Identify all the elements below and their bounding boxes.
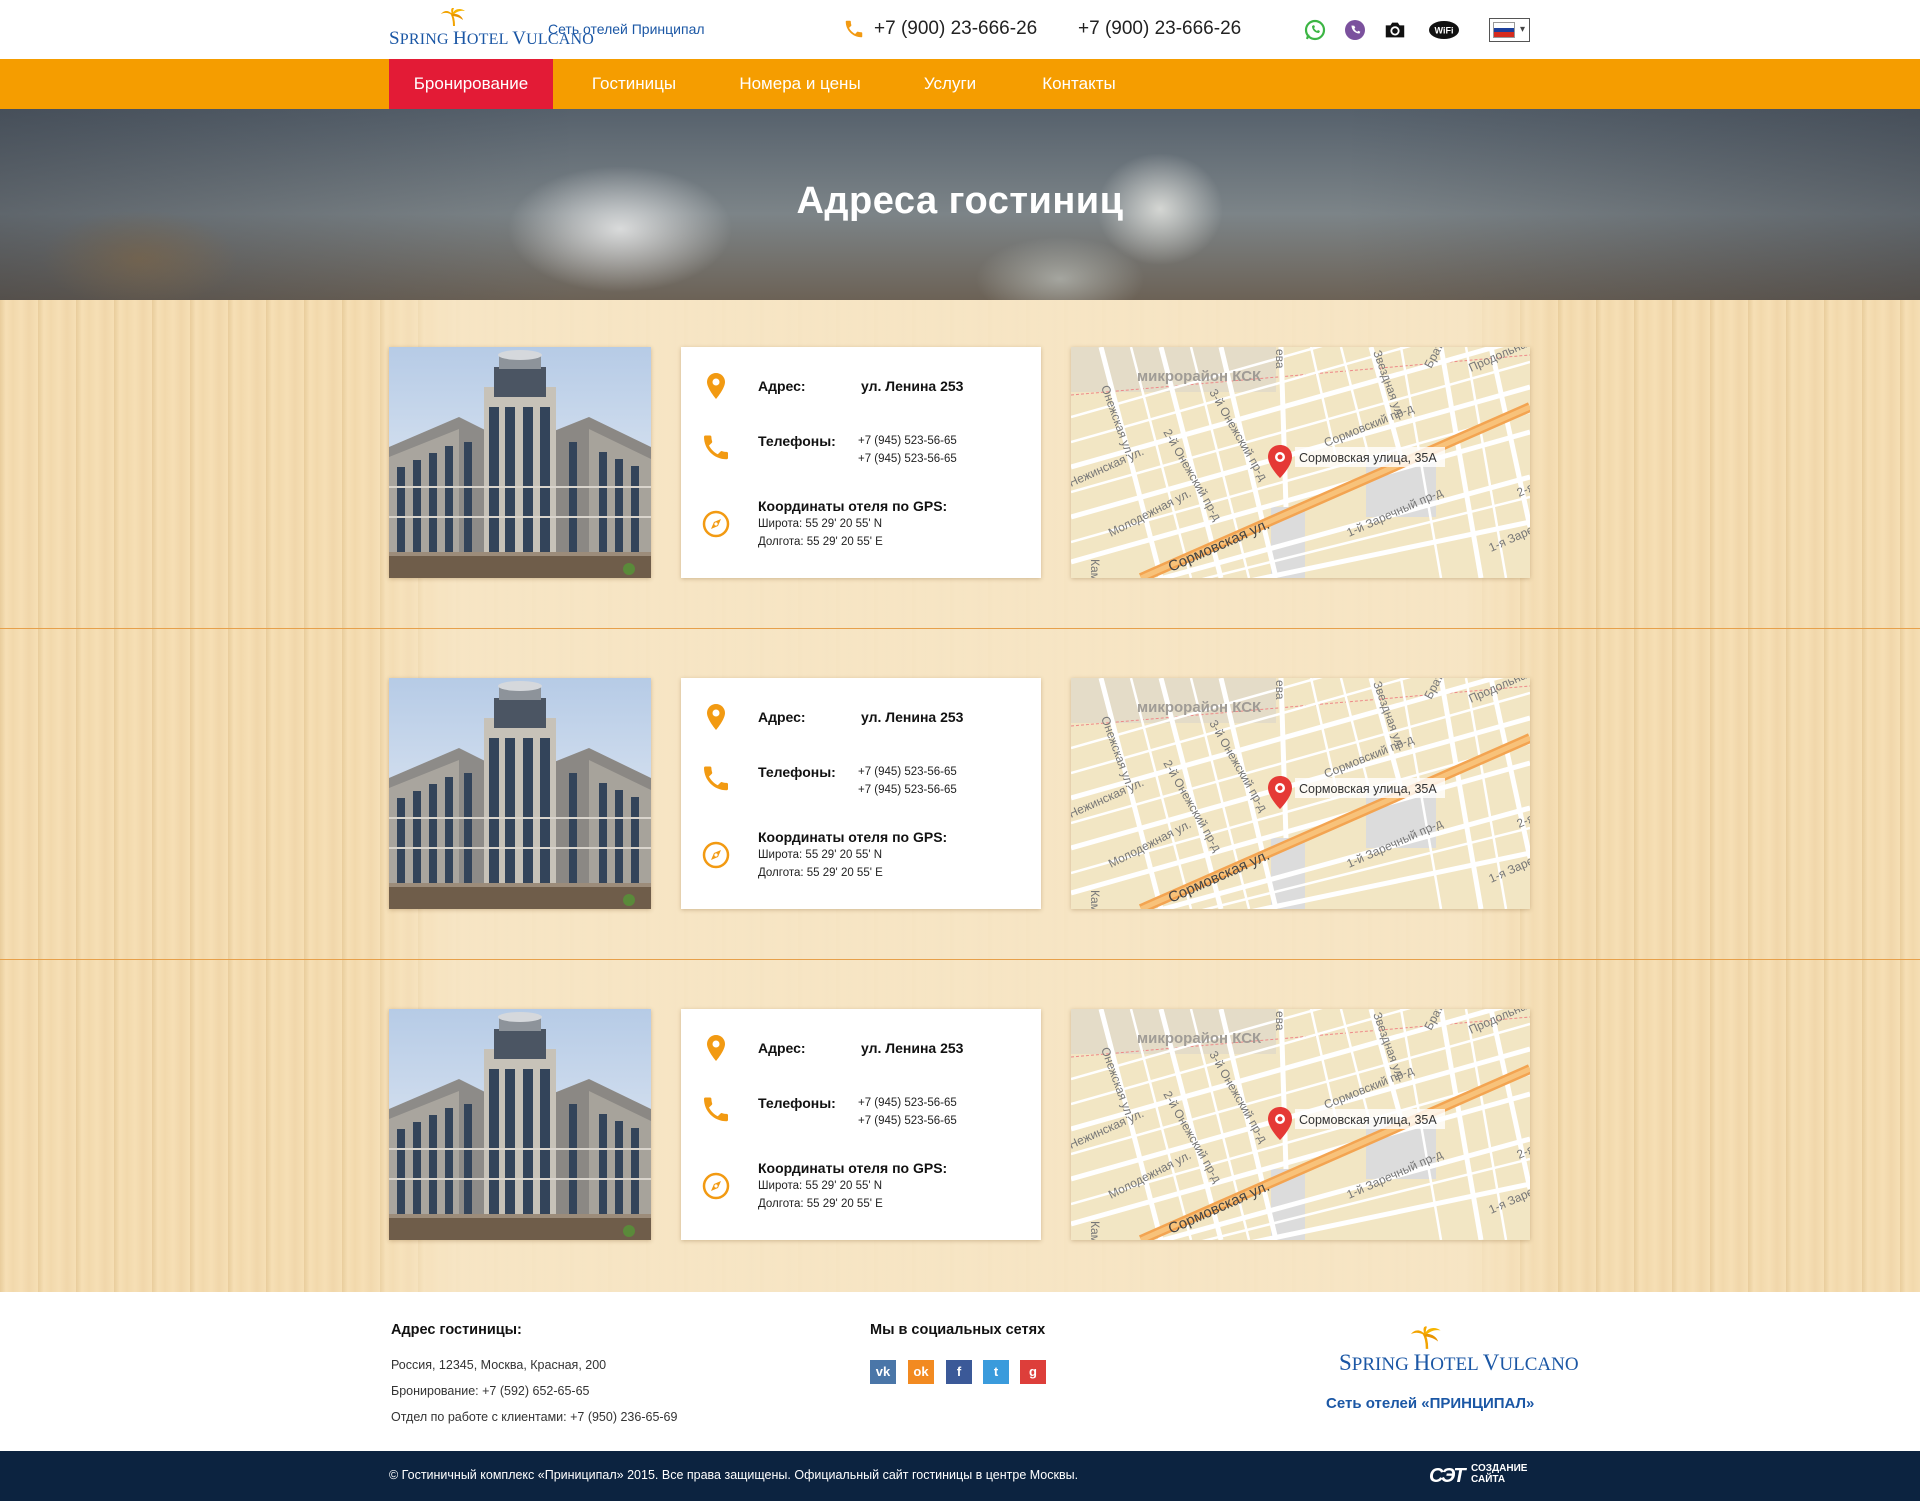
- divider: [0, 628, 1920, 629]
- address-value: ул. Ленина 253: [861, 709, 964, 725]
- footer-address-title: Адрес гостиницы:: [391, 1322, 522, 1338]
- whatsapp-icon[interactable]: [1303, 18, 1327, 42]
- footer-logo-text: SPRING HOTEL VULCANO: [1339, 1350, 1579, 1375]
- gps-latitude: Широта: 55 29' 20 55' N: [758, 849, 883, 861]
- developer-mark: СЭТ: [1429, 1465, 1466, 1487]
- compass-icon: [702, 1172, 730, 1200]
- gps-latitude: Широта: 55 29' 20 55' N: [758, 518, 883, 530]
- svg-text:ева: ева: [1273, 349, 1287, 369]
- svg-text:микрорайон КСК: микрорайон КСК: [1137, 1030, 1262, 1047]
- svg-text:Кам: Кам: [1088, 1221, 1102, 1240]
- svg-text:Кам: Кам: [1088, 890, 1102, 909]
- hotel-info-card: Адрес: ул. Ленина 253 Телефоны: +7 (945)…: [681, 347, 1041, 578]
- svg-text:микрорайон КСК: микрорайон КСК: [1137, 699, 1262, 716]
- location-pin-icon: [707, 373, 725, 399]
- gps-longitude: Долгота: 55 29' 20 55' E: [758, 1198, 883, 1210]
- hotel-chain-link[interactable]: Сеть отелей Принципал: [548, 21, 705, 37]
- palm-logo-icon: [441, 8, 465, 27]
- location-pin-icon: [707, 704, 725, 730]
- header-phone-1[interactable]: +7 (900) 23-666-26: [874, 18, 1037, 40]
- hotel-map[interactable]: микрорайон КСК Сормовская ул. Звездная у…: [1071, 1009, 1530, 1240]
- svg-text:WiFi: WiFi: [1435, 26, 1454, 36]
- russia-flag-icon: [1493, 22, 1515, 38]
- palm-logo-icon: [1411, 1326, 1441, 1349]
- svg-text:ева: ева: [1273, 1011, 1287, 1031]
- svg-text:Кам: Кам: [1088, 559, 1102, 578]
- wifi-icon: WiFi: [1429, 21, 1459, 39]
- phones-label: Телефоны:: [758, 1095, 836, 1111]
- viber-icon[interactable]: [1343, 18, 1367, 42]
- language-selector[interactable]: ▾: [1489, 18, 1530, 42]
- gps-label: Координаты отеля по GPS:: [758, 498, 948, 514]
- compass-icon: [702, 841, 730, 869]
- hotel-phone-1[interactable]: +7 (945) 523-56-65: [858, 766, 957, 778]
- odnoklassniki-icon[interactable]: ok: [908, 1360, 934, 1384]
- hotel-phone-2[interactable]: +7 (945) 523-56-65: [858, 1115, 957, 1127]
- footer-booking-line: Бронирование: +7 (592) 652-65-65: [391, 1384, 590, 1398]
- gps-label: Координаты отеля по GPS:: [758, 829, 948, 845]
- page-title: Адреса гостиниц: [796, 180, 1124, 222]
- copyright: © Гостиничный комплекс «Приниципал» 2015…: [389, 1468, 1079, 1482]
- vk-icon[interactable]: vk: [870, 1360, 896, 1384]
- hotel-map[interactable]: микрорайон КСК Сормовская ул. Звездная у…: [1071, 678, 1530, 909]
- main-nav: Бронирование Гостиницы Номера и цены Усл…: [0, 59, 1920, 109]
- footer-social-title: Мы в социальных сетях: [870, 1322, 1046, 1338]
- address-label: Адрес:: [758, 1040, 806, 1056]
- location-pin-icon: [707, 1035, 725, 1061]
- svg-text:ева: ева: [1273, 680, 1287, 700]
- top-bar: SPRING HOTEL VULCANO Сеть отелей Принцип…: [0, 0, 1920, 59]
- address-label: Адрес:: [758, 709, 806, 725]
- google-plus-icon[interactable]: g: [1020, 1360, 1046, 1384]
- svg-text:микрорайон КСК: микрорайон КСК: [1137, 368, 1262, 385]
- bottom-bar: © Гостиничный комплекс «Приниципал» 2015…: [0, 1451, 1920, 1501]
- nav-item-services[interactable]: Услуги: [912, 59, 988, 109]
- nav-item-hotels[interactable]: Гостиницы: [578, 59, 690, 109]
- svg-text:Сормовская улица, 35А: Сормовская улица, 35А: [1299, 1113, 1437, 1127]
- svg-text:Сормовская улица, 35А: Сормовская улица, 35А: [1299, 782, 1437, 796]
- phone-icon: [704, 435, 728, 460]
- nav-item-booking[interactable]: Бронирование: [389, 59, 553, 109]
- developer-text: СОЗДАНИЕ САЙТА: [1471, 1463, 1528, 1485]
- footer-address-line: Россия, 12345, Москва, Красная, 200: [391, 1358, 607, 1372]
- nav-item-rooms-prices[interactable]: Номера и цены: [733, 59, 867, 109]
- divider: [0, 959, 1920, 960]
- phone-icon: [845, 20, 863, 38]
- hotel-info-card: Адрес: ул. Ленина 253 Телефоны: +7 (945)…: [681, 678, 1041, 909]
- hotel-map[interactable]: микрорайон КСК Сормовская ул. Звездная у…: [1071, 347, 1530, 578]
- hotel-phone-2[interactable]: +7 (945) 523-56-65: [858, 784, 957, 796]
- gps-longitude: Долгота: 55 29' 20 55' E: [758, 536, 883, 548]
- twitter-icon[interactable]: t: [983, 1360, 1009, 1384]
- hotel-photo: [389, 347, 651, 578]
- hotel-phone-2[interactable]: +7 (945) 523-56-65: [858, 453, 957, 465]
- hotel-photo: [389, 678, 651, 909]
- footer-clients-line: Отдел по работе с клиентами: +7 (950) 23…: [391, 1410, 678, 1424]
- hotel-phone-1[interactable]: +7 (945) 523-56-65: [858, 435, 957, 447]
- hero-banner: Адреса гостиниц: [0, 109, 1920, 300]
- address-value: ул. Ленина 253: [861, 378, 964, 394]
- developer-logo[interactable]: СЭТ СОЗДАНИЕ САЙТА: [1429, 1463, 1529, 1489]
- gps-latitude: Широта: 55 29' 20 55' N: [758, 1180, 883, 1192]
- hotel-info-card: Адрес: ул. Ленина 253 Телефоны: +7 (945)…: [681, 1009, 1041, 1240]
- svg-text:Сормовская улица, 35А: Сормовская улица, 35А: [1299, 451, 1437, 465]
- phones-label: Телефоны:: [758, 764, 836, 780]
- compass-icon: [702, 510, 730, 538]
- chevron-down-icon: ▾: [1519, 24, 1525, 35]
- hotel-photo: [389, 1009, 651, 1240]
- header-phone-2[interactable]: +7 (900) 23-666-26: [1078, 18, 1241, 40]
- phone-icon: [704, 1097, 728, 1122]
- camera-icon: [1385, 22, 1405, 38]
- nav-item-contacts[interactable]: Контакты: [1034, 59, 1124, 109]
- address-value: ул. Ленина 253: [861, 1040, 964, 1056]
- hotel-phone-1[interactable]: +7 (945) 523-56-65: [858, 1097, 957, 1109]
- facebook-icon[interactable]: f: [946, 1360, 972, 1384]
- gps-label: Координаты отеля по GPS:: [758, 1160, 948, 1176]
- footer-chain-link[interactable]: Сеть отелей «ПРИНЦИПАЛ»: [1326, 1395, 1534, 1412]
- gps-longitude: Долгота: 55 29' 20 55' E: [758, 867, 883, 879]
- footer-logo[interactable]: SPRING HOTEL VULCANO: [1339, 1326, 1579, 1376]
- phones-label: Телефоны:: [758, 433, 836, 449]
- site-logo[interactable]: SPRING HOTEL VULCANO: [389, 8, 594, 49]
- address-label: Адрес:: [758, 378, 806, 394]
- phone-icon: [704, 766, 728, 791]
